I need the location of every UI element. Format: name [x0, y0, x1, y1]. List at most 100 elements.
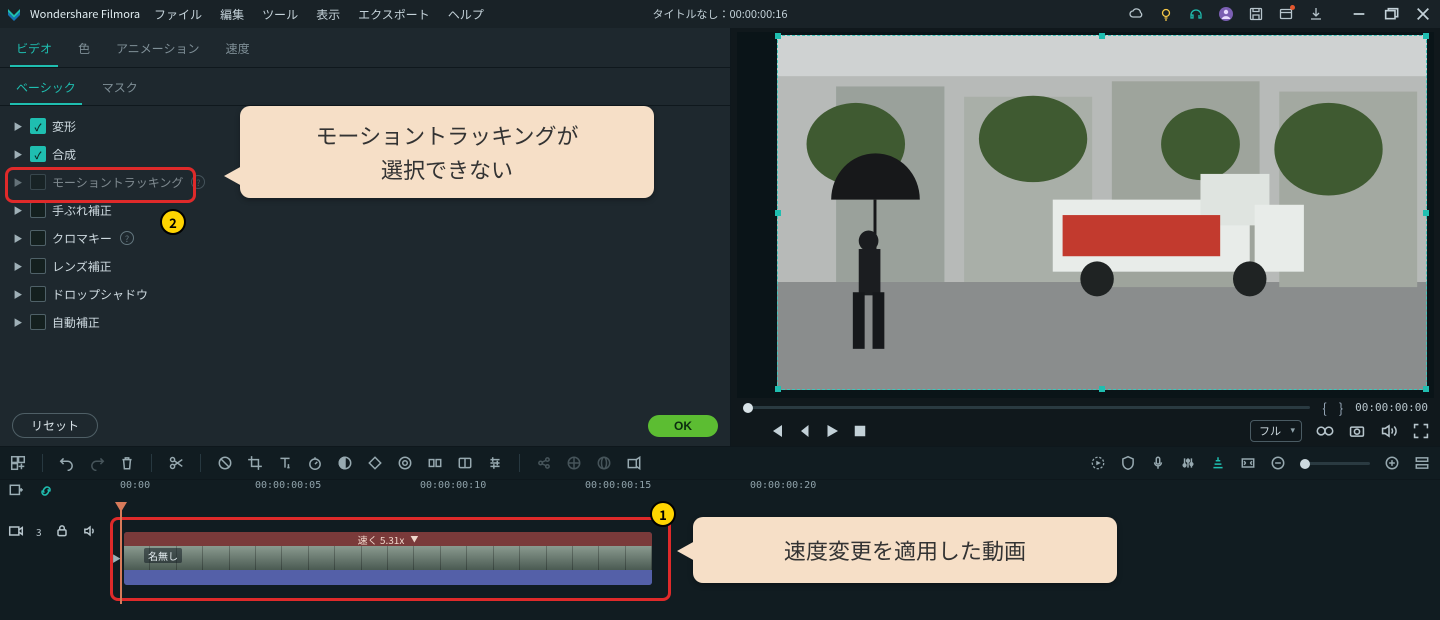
chevron-down-icon[interactable]: ▼ — [410, 534, 418, 545]
step-back-icon[interactable] — [767, 422, 785, 440]
share-icon[interactable] — [536, 455, 552, 471]
headphone-icon[interactable] — [1188, 6, 1204, 22]
marker-tool-icon[interactable] — [1210, 455, 1226, 471]
save-icon[interactable] — [1248, 6, 1264, 22]
volume-icon[interactable] — [1380, 422, 1398, 440]
text-icon[interactable] — [277, 455, 293, 471]
scrubber-handle[interactable] — [743, 403, 753, 413]
resize-handle[interactable] — [1423, 386, 1429, 392]
tab-speed[interactable]: 速度 — [220, 34, 256, 67]
chevron-right-icon[interactable]: ▶ — [12, 204, 24, 217]
resize-handle[interactable] — [1099, 386, 1105, 392]
video-track-icon[interactable] — [8, 523, 24, 539]
checkbox-dropshadow[interactable] — [30, 286, 46, 302]
menu-help[interactable]: ヘルプ — [448, 6, 484, 23]
resize-handle[interactable] — [1423, 33, 1429, 39]
download-icon[interactable] — [1308, 6, 1324, 22]
stop-icon[interactable] — [851, 422, 869, 440]
minimize-button[interactable] — [1348, 3, 1370, 25]
mute-icon[interactable] — [82, 523, 98, 539]
export-small-icon[interactable] — [626, 455, 642, 471]
resize-handle[interactable] — [1099, 33, 1105, 39]
selection-rect[interactable] — [777, 35, 1427, 390]
checkbox-autocorrect[interactable] — [30, 314, 46, 330]
play-icon[interactable] — [823, 422, 841, 440]
layout-icon[interactable] — [10, 455, 26, 471]
timeline-ruler[interactable]: 00:00 00:00:00:05 00:00:00:10 00:00:00:1… — [0, 480, 1440, 504]
menu-export[interactable]: エクスポート — [358, 6, 430, 23]
chevron-right-icon[interactable]: ▶ — [12, 232, 24, 245]
prop-dropshadow[interactable]: ▶ ドロップシャドウ — [4, 280, 726, 308]
zoom-in-icon[interactable] — [1384, 455, 1400, 471]
crop-icon[interactable] — [247, 455, 263, 471]
chevron-right-icon[interactable]: ▶ — [12, 260, 24, 273]
menu-edit[interactable]: 編集 — [220, 6, 244, 23]
checkbox-stabilize[interactable] — [30, 202, 46, 218]
lock-icon[interactable] — [54, 523, 70, 539]
chevron-right-icon[interactable]: ▶ — [12, 288, 24, 301]
render-icon[interactable] — [1090, 455, 1106, 471]
scissors-icon[interactable] — [168, 455, 184, 471]
inbox-icon[interactable] — [1278, 6, 1294, 22]
chevron-right-icon[interactable]: ▶ — [12, 316, 24, 329]
fullscreen-icon[interactable] — [1412, 422, 1430, 440]
tab-color[interactable]: 色 — [72, 34, 96, 67]
shield-icon[interactable] — [1120, 455, 1136, 471]
zoom-out-icon[interactable] — [1270, 455, 1286, 471]
maximize-button[interactable] — [1380, 3, 1402, 25]
chevron-right-icon[interactable]: ▶ — [12, 120, 24, 133]
resize-handle[interactable] — [775, 386, 781, 392]
checkbox-transform[interactable] — [30, 118, 46, 134]
compare-icon[interactable] — [1316, 422, 1334, 440]
ok-button[interactable]: OK — [648, 415, 718, 437]
prop-stabilize[interactable]: ▶ 手ぶれ補正 — [4, 196, 726, 224]
menu-view[interactable]: 表示 — [316, 6, 340, 23]
tab-video[interactable]: ビデオ — [10, 34, 58, 67]
mixer-icon[interactable] — [1180, 455, 1196, 471]
snapshot-icon[interactable] — [1348, 422, 1366, 440]
mask-icon[interactable] — [457, 455, 473, 471]
mark-out-icon[interactable]: } — [1339, 398, 1343, 417]
adjust-icon[interactable] — [487, 455, 503, 471]
timeline-clip[interactable]: 速く 5.31x ▼ 名無し — [124, 532, 652, 585]
undo-icon[interactable] — [59, 455, 75, 471]
redo-icon[interactable] — [89, 455, 105, 471]
checkbox-composite[interactable] — [30, 146, 46, 162]
timeline-options-icon[interactable] — [1414, 455, 1430, 471]
resize-handle[interactable] — [1423, 210, 1429, 216]
preview-canvas[interactable] — [737, 32, 1434, 398]
color-icon[interactable] — [337, 455, 353, 471]
mark-in-icon[interactable]: { — [1322, 398, 1326, 417]
avatar-icon[interactable] — [1218, 6, 1234, 22]
cloud-icon[interactable] — [1128, 6, 1144, 22]
menu-file[interactable]: ファイル — [154, 6, 202, 23]
zoom-handle[interactable] — [1300, 459, 1310, 469]
resize-handle[interactable] — [775, 210, 781, 216]
checkbox-lens[interactable] — [30, 258, 46, 274]
idea-icon[interactable] — [1158, 6, 1174, 22]
reset-button[interactable]: リセット — [12, 413, 98, 438]
menu-tool[interactable]: ツール — [262, 6, 298, 23]
close-button[interactable] — [1412, 3, 1434, 25]
playhead[interactable] — [120, 504, 122, 604]
chevron-right-icon[interactable]: ▶ — [12, 148, 24, 161]
delete-icon[interactable] — [119, 455, 135, 471]
speed-icon[interactable] — [307, 455, 323, 471]
grid-icon[interactable] — [566, 455, 582, 471]
scrubber-track[interactable] — [743, 406, 1310, 409]
prop-chromakey[interactable]: ▶ クロマキー ? — [4, 224, 726, 252]
fit-icon[interactable] — [1240, 455, 1256, 471]
split-icon[interactable] — [427, 455, 443, 471]
globe-icon[interactable] — [596, 455, 612, 471]
checkbox-chromakey[interactable] — [30, 230, 46, 246]
prop-lens[interactable]: ▶ レンズ補正 — [4, 252, 726, 280]
keyframe-icon[interactable] — [367, 455, 383, 471]
tab-animation[interactable]: アニメーション — [110, 34, 206, 67]
block-icon[interactable] — [217, 455, 233, 471]
effects-icon[interactable] — [397, 455, 413, 471]
preview-quality-select[interactable]: フル — [1250, 420, 1302, 442]
help-icon[interactable]: ? — [120, 231, 134, 245]
subtab-mask[interactable]: マスク — [96, 74, 144, 105]
zoom-slider[interactable] — [1300, 462, 1370, 465]
resize-handle[interactable] — [775, 33, 781, 39]
